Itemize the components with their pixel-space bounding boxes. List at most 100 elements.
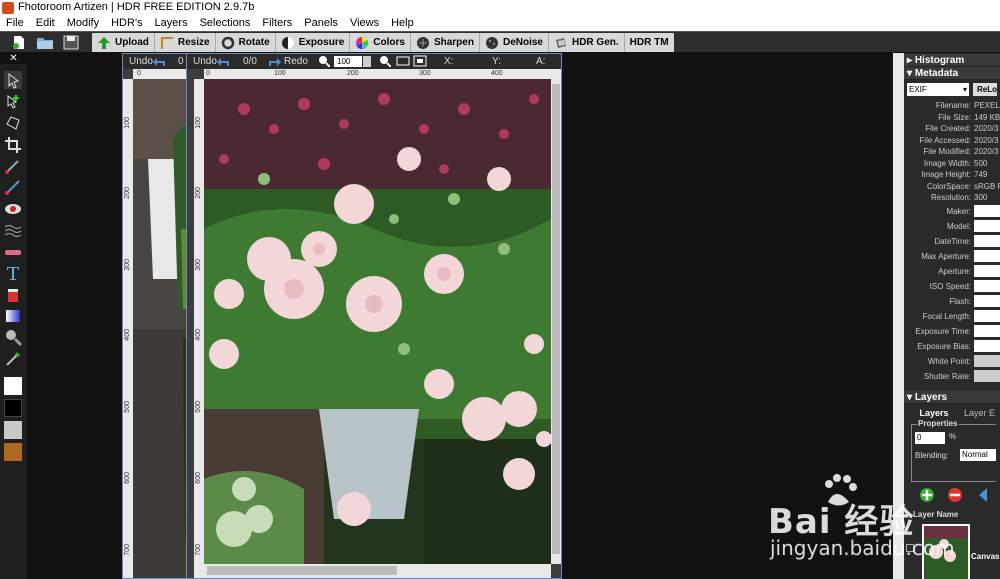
texture-swatch[interactable]	[4, 443, 22, 461]
zoom-out-icon[interactable]	[379, 55, 391, 67]
horizontal-scroll-thumb[interactable]	[207, 566, 397, 575]
panel-scrollbar[interactable]	[893, 53, 904, 579]
save-icon[interactable]	[62, 34, 80, 51]
meta-field: Exposure Time:	[904, 324, 1000, 339]
exif-select[interactable]: EXIF ▾	[907, 83, 969, 96]
zoom-input[interactable]	[334, 56, 362, 67]
menu-help[interactable]: Help	[385, 16, 420, 31]
select-arrow-icon[interactable]	[4, 71, 22, 89]
meta-field-input[interactable]	[974, 340, 1000, 352]
tab-layer-effects[interactable]: Layer E	[964, 408, 1000, 418]
select-add-icon[interactable]	[4, 93, 22, 111]
meta-field-input[interactable]	[974, 310, 1000, 322]
open-folder-icon[interactable]	[36, 34, 54, 51]
meta-field-input[interactable]	[974, 220, 1000, 232]
menu-hdrs[interactable]: HDR's	[105, 16, 148, 31]
crop-icon[interactable]	[4, 136, 22, 154]
remove-layer-icon[interactable]	[947, 487, 963, 503]
menu-views[interactable]: Views	[344, 16, 385, 31]
add-layer-icon[interactable]	[919, 487, 935, 503]
layer-visibility-checkbox[interactable]	[906, 543, 914, 552]
redo-button[interactable]: Redo	[284, 56, 308, 67]
meta-row: ColorSpace:sRGB P	[926, 181, 1000, 191]
meta-field-input[interactable]	[974, 265, 1000, 277]
menu-panels[interactable]: Panels	[298, 16, 344, 31]
gray-swatch[interactable]	[4, 421, 22, 439]
tools-sidebar: ✕	[0, 53, 27, 579]
meta-field-input[interactable]	[974, 235, 1000, 247]
meta-field-input[interactable]	[974, 250, 1000, 262]
upload-button[interactable]: Upload	[92, 33, 155, 52]
gradient-icon[interactable]	[4, 307, 22, 325]
app-icon	[2, 2, 14, 14]
fit-screen-icon[interactable]	[396, 55, 410, 67]
menu-layers[interactable]: Layers	[149, 16, 194, 31]
alpha-label: A:	[536, 56, 546, 67]
pen-icon[interactable]	[4, 157, 22, 175]
rotate-icon	[221, 36, 234, 49]
meta-field-input[interactable]	[974, 295, 1000, 307]
metadata-panel-header[interactable]: ▾ Metadata	[904, 67, 1000, 80]
rotate-button[interactable]: Rotate	[216, 33, 276, 52]
undo-count-back: 0	[178, 56, 184, 67]
histogram-panel-header[interactable]: ▸ Histogram	[904, 54, 1000, 67]
ruler-horizontal: 0 100 200 300 400	[204, 69, 561, 79]
layers-panel-header[interactable]: ▾ Layers	[904, 390, 1000, 404]
vertical-scrollbar[interactable]	[551, 79, 561, 564]
metadata-fields: Maker: Model: DateTime: Max Aperture: Ap…	[904, 204, 1000, 384]
colors-button[interactable]: Colors	[350, 33, 411, 52]
layer-row[interactable]: Canvas	[904, 522, 1000, 579]
zoom-spinner[interactable]	[363, 56, 371, 67]
menu-filters[interactable]: Filters	[256, 16, 298, 31]
foreground-color-swatch[interactable]	[4, 377, 22, 395]
brush-icon[interactable]	[4, 178, 22, 196]
menu-modify[interactable]: Modify	[61, 16, 105, 31]
layer-thumbnail	[922, 523, 970, 579]
actual-size-icon[interactable]	[413, 55, 427, 67]
sharpen-button[interactable]: Sharpen	[411, 33, 480, 52]
resize-button[interactable]: Resize	[155, 33, 216, 52]
exposure-button[interactable]: Exposure	[276, 33, 351, 52]
undo-arrow-icon[interactable]	[153, 55, 167, 68]
undo-button[interactable]: Undo	[193, 56, 217, 67]
fill-bucket-icon[interactable]	[4, 286, 22, 304]
tab-layers[interactable]: Layers	[904, 408, 964, 418]
new-file-icon[interactable]	[10, 34, 28, 51]
undo-button-back[interactable]: Undo	[129, 56, 153, 67]
lasso-icon[interactable]	[4, 114, 22, 132]
menu-bar: File Edit Modify HDR's Layers Selections…	[0, 16, 1000, 31]
smudge-icon[interactable]	[4, 221, 22, 239]
eraser-icon[interactable]	[4, 243, 22, 261]
meta-field-input[interactable]	[974, 280, 1000, 292]
menu-edit[interactable]: Edit	[30, 16, 61, 31]
redo-arrow-icon[interactable]	[267, 55, 281, 68]
meta-field-input[interactable]	[974, 370, 1000, 382]
background-color-swatch[interactable]	[4, 399, 22, 417]
zoom-icon[interactable]	[4, 328, 22, 346]
blending-select[interactable]: Normal	[960, 448, 996, 461]
denoise-button[interactable]: DeNoise	[480, 33, 549, 52]
reload-button[interactable]: ReLo	[973, 83, 997, 96]
properties-label: Properties	[917, 418, 959, 428]
hdr-gen-button[interactable]: HDR Gen.	[549, 33, 625, 52]
vertical-scroll-thumb[interactable]	[552, 84, 560, 554]
menu-file[interactable]: File	[0, 16, 30, 31]
undo-arrow-icon[interactable]	[217, 55, 231, 68]
menu-selections[interactable]: Selections	[194, 16, 257, 31]
red-eye-icon[interactable]	[4, 200, 22, 218]
eyedropper-icon[interactable]	[4, 350, 22, 368]
close-icon[interactable]: ✕	[0, 53, 27, 64]
meta-field-input[interactable]	[974, 355, 1000, 367]
meta-field-input[interactable]	[974, 325, 1000, 337]
hdr-tm-button[interactable]: HDR TM	[625, 33, 674, 52]
move-layer-icon[interactable]	[976, 487, 992, 503]
meta-field-input[interactable]	[974, 205, 1000, 217]
zoom-in-icon[interactable]	[318, 55, 330, 67]
text-icon[interactable]	[4, 264, 22, 282]
horizontal-scrollbar[interactable]	[204, 564, 551, 578]
exposure-icon	[281, 36, 294, 49]
opacity-input[interactable]	[915, 431, 945, 444]
layer-name: Canvas	[971, 551, 1000, 561]
document-window-front[interactable]: Undo 0/0 Redo X: Y: A: 0 100 200 300 400…	[186, 53, 562, 579]
main-toolbar: Upload Resize Rotate Exposure Colors Sha…	[0, 31, 1000, 53]
